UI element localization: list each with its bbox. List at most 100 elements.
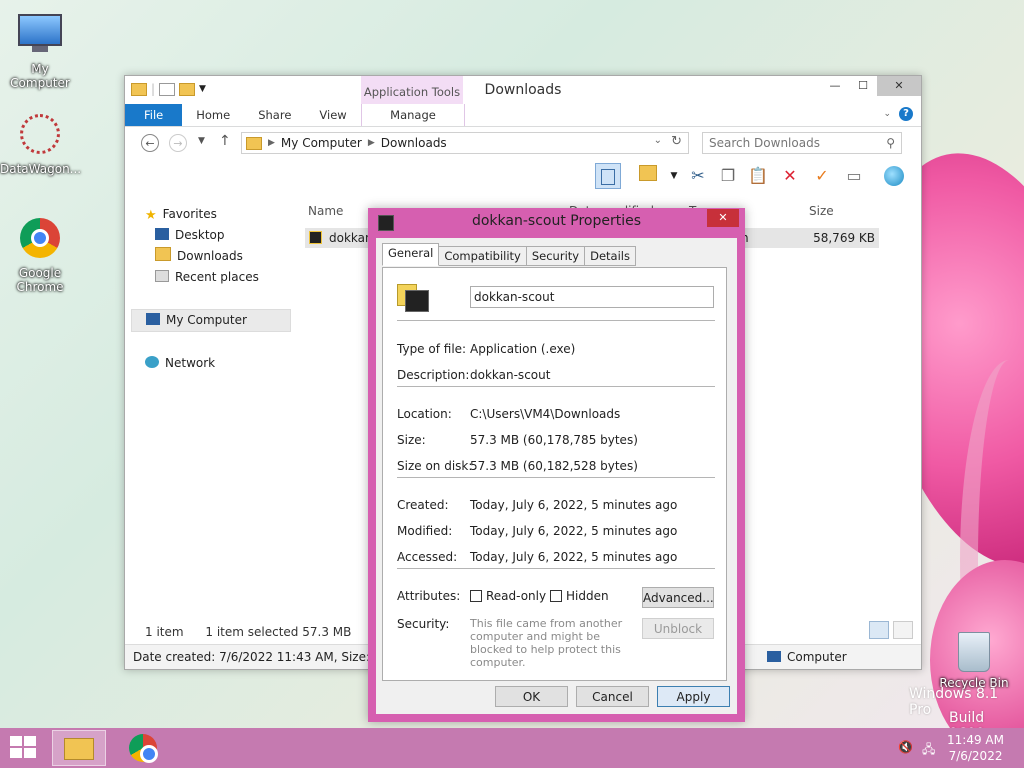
status-selection: 1 item selected 57.3 MB [205,625,352,639]
rename-icon[interactable]: ▭ [841,163,867,189]
search-icon: ⚲ [886,136,895,150]
minimize-button[interactable]: — [821,76,849,96]
recent-places-icon [155,270,169,282]
checkbox-box[interactable] [470,590,482,602]
details-view-button[interactable] [869,621,889,639]
up-button[interactable]: ↑ [219,133,231,149]
folder-check-icon[interactable] [635,163,661,189]
advanced-button[interactable]: Advanced... [642,587,714,608]
accessed-value: Today, July 6, 2022, 5 minutes ago [470,550,678,564]
file-name-field[interactable]: dokkan-scout [470,286,714,308]
tab-compatibility[interactable]: Compatibility [438,246,527,266]
maximize-button[interactable]: ☐ [849,76,877,96]
expand-ribbon-icon[interactable]: ⌄ [883,109,891,119]
toolbar: ▼ ✂ ❐ 📋 ✕ ✓ ▭ [125,161,921,191]
tab-file[interactable]: File [125,104,183,126]
size-value: 57.3 MB (60,178,785 bytes) [470,433,638,447]
nav-network[interactable]: Network [131,353,291,374]
location-label: Location: [397,407,452,421]
divider [397,568,715,569]
address-bar[interactable]: ▶ My Computer ▶ Downloads ⌄ ↻ [241,132,689,154]
modified-label: Modified: [397,524,453,538]
divider [397,477,715,478]
taskbar-explorer[interactable] [52,730,106,766]
clock-date: 7/6/2022 [948,749,1003,763]
taskbar-clock[interactable]: 11:49 AM 7/6/2022 [947,732,1004,764]
readonly-checkbox[interactable]: Read-only [470,589,546,603]
description-label: Description: [397,368,470,382]
taskbar: 🔇 🖧 11:49 AM 7/6/2022 [0,728,1024,768]
search-input[interactable]: Search Downloads ⚲ [702,132,902,154]
ribbon-tabs: File Home Share View Manage ⌄ ? [125,104,921,127]
search-placeholder: Search Downloads [709,136,820,150]
computer-icon [146,313,160,325]
nav-desktop[interactable]: Desktop [131,225,291,246]
help-icon[interactable]: ? [899,107,913,121]
dropdown-icon[interactable]: ▼ [661,163,687,189]
security-label: Security: [397,617,450,631]
recycle-bin-icon [952,632,996,672]
address-dropdown-icon[interactable]: ⌄ [654,135,662,146]
desktop-icon-datawagon[interactable]: DataWagon... [0,112,81,176]
modified-value: Today, July 6, 2022, 5 minutes ago [470,524,678,538]
chrome-icon [129,734,158,763]
tab-share[interactable]: Share [244,104,305,126]
volume-muted-icon[interactable]: 🔇 [898,740,913,754]
divider [397,320,715,321]
chrome-icon [18,218,62,262]
breadcrumb-current[interactable]: Downloads [381,136,447,150]
tab-general[interactable]: General [382,243,440,266]
desktop-icon-label: Google Chrome [16,266,64,294]
nav-my-computer[interactable]: My Computer [131,309,291,332]
dialog-close-button[interactable]: ✕ [707,209,739,227]
network-icon [145,356,159,368]
properties-dialog: dokkan-scout Properties ✕ General Compat… [368,208,745,722]
cut-icon[interactable]: ✂ [685,163,711,189]
file-size: 58,769 KB [813,231,875,245]
column-header-size[interactable]: Size [809,204,834,218]
nav-recent-places[interactable]: Recent places [131,267,291,288]
address-row: ← → ▼ ↑ ▶ My Computer ▶ Downloads ⌄ ↻ Se… [125,127,921,161]
general-panel: dokkan-scout Type of file: Application (… [382,267,727,681]
recent-locations-icon[interactable]: ▼ [198,136,205,146]
preview-pane-icon[interactable] [595,163,621,189]
breadcrumb-root[interactable]: My Computer [281,136,362,150]
tab-manage[interactable]: Manage [361,104,465,126]
clock-time: 11:49 AM [947,733,1004,747]
hidden-checkbox[interactable]: Hidden [550,589,609,603]
desktop-icon-label: My Computer [10,62,70,90]
unblock-button[interactable]: Unblock [642,618,714,639]
computer-icon [18,14,62,58]
desktop-icon-my-computer[interactable]: My Computer [0,10,80,90]
start-button[interactable] [10,736,38,760]
paste-icon[interactable]: 📋 [745,163,771,189]
window-title: Downloads [484,82,562,98]
ok-button[interactable]: OK [495,686,568,707]
desktop-icon-chrome[interactable]: Google Chrome [0,216,80,294]
network-icon[interactable]: 🖧 [922,740,935,761]
forward-button[interactable]: → [169,134,187,152]
size-label: Size: [397,433,426,447]
watermark-build: Build 9600 [949,710,985,728]
back-button[interactable]: ← [141,134,159,152]
tab-view[interactable]: View [305,104,360,126]
refresh-icon[interactable]: ↻ [671,134,682,149]
taskbar-chrome[interactable] [116,730,170,766]
large-icons-view-button[interactable] [893,621,913,639]
cancel-button[interactable]: Cancel [576,686,649,707]
checkbox-box[interactable] [550,590,562,602]
delete-icon[interactable]: ✕ [777,163,803,189]
column-header-name[interactable]: Name [308,204,343,218]
globe-icon[interactable] [881,163,907,189]
nav-downloads[interactable]: Downloads [131,246,291,267]
copy-icon[interactable]: ❐ [715,163,741,189]
tab-security[interactable]: Security [525,246,586,266]
apply-button[interactable]: Apply [657,686,730,707]
tab-home[interactable]: Home [182,104,244,126]
nav-favorites[interactable]: ★ Favorites [131,204,291,225]
status-bar: 1 item 1 item selected 57.3 MB [145,625,351,639]
check-icon[interactable]: ✓ [809,163,835,189]
tab-details[interactable]: Details [584,246,636,266]
close-button[interactable]: ✕ [877,76,921,96]
desktop-icon-recycle-bin[interactable]: Recycle Bin [934,632,1014,690]
